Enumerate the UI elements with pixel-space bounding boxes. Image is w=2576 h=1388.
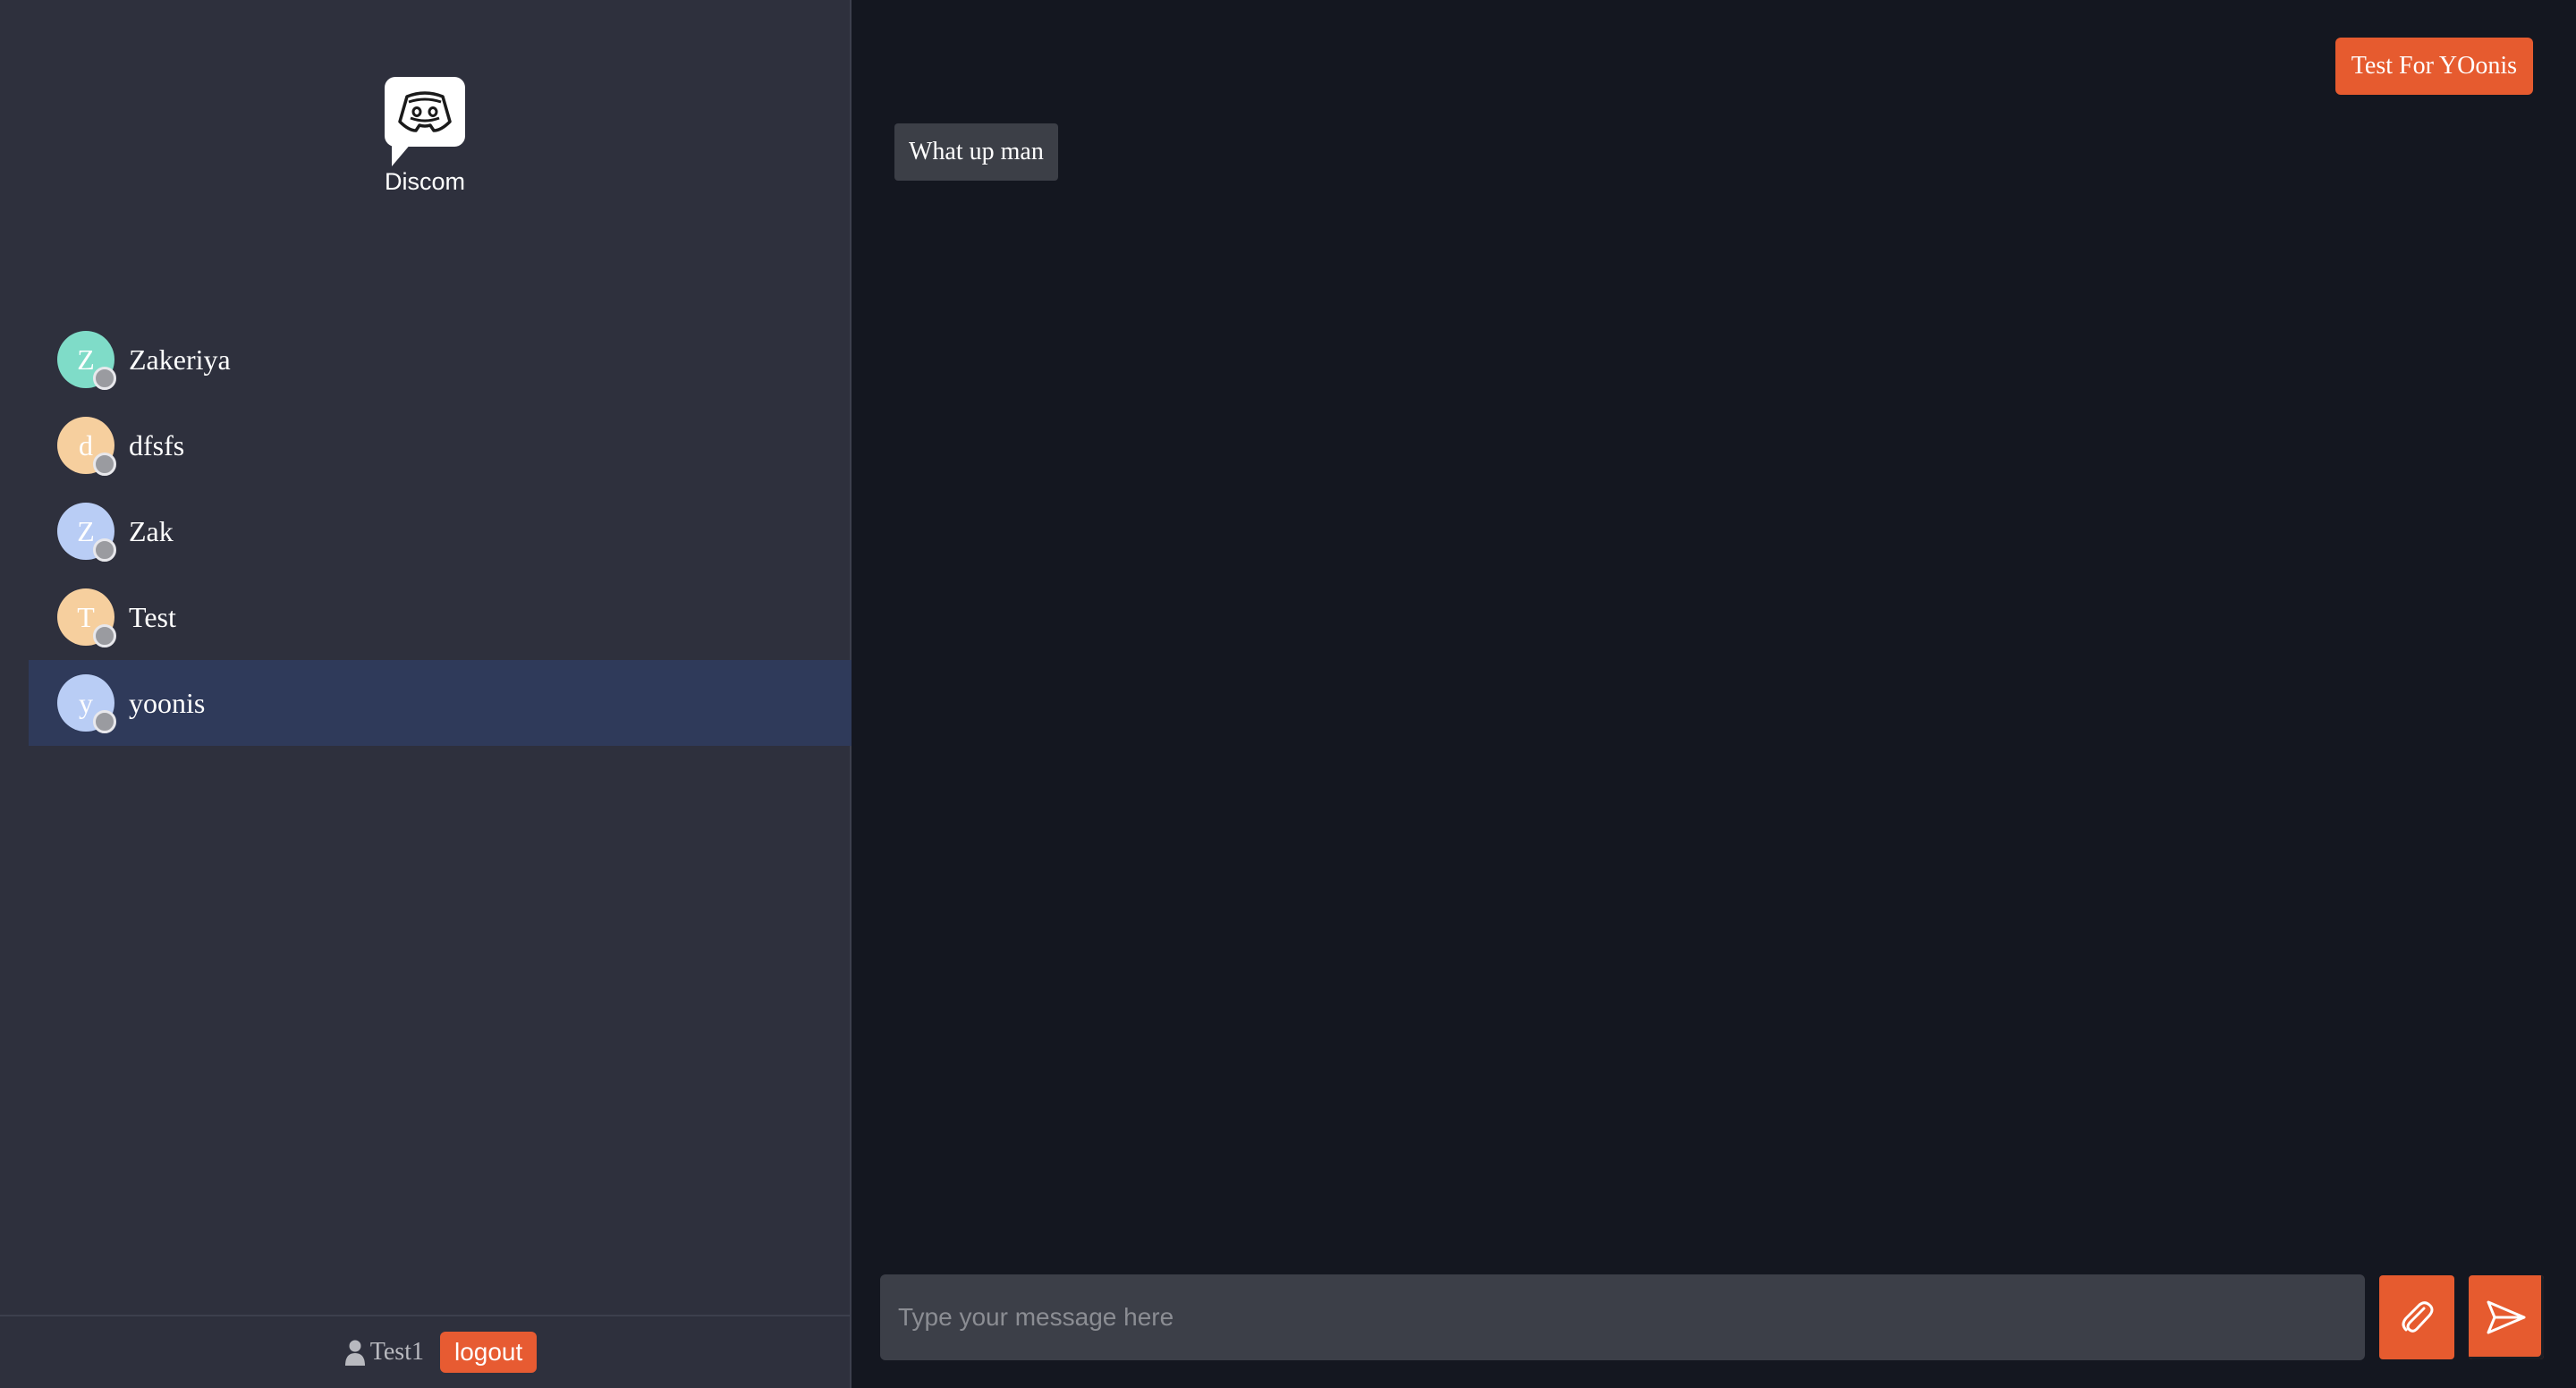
sidebar: Discom Z Zakeriya d dfsfs Z Zak T Test y…	[0, 0, 852, 1388]
brand: Discom	[376, 77, 474, 196]
logout-button[interactable]: logout	[439, 1332, 538, 1373]
user-icon	[344, 1340, 365, 1366]
contact-name: Zakeriya	[129, 343, 231, 376]
contact-name: Test	[129, 600, 176, 633]
avatar: d	[57, 417, 116, 476]
paperclip-icon	[2402, 1301, 2434, 1333]
avatar-initial: d	[79, 428, 93, 461]
avatar-initial: Z	[77, 514, 95, 547]
avatar-initial: Z	[77, 343, 95, 376]
attach-button[interactable]	[2379, 1275, 2454, 1359]
status-dot	[93, 538, 116, 562]
contact-item[interactable]: T Test	[29, 574, 852, 660]
avatar: T	[57, 588, 116, 647]
message-input[interactable]	[880, 1274, 2365, 1360]
contact-item[interactable]: y yoonis	[29, 660, 852, 746]
chat-panel: Test For YOonis What up man	[852, 0, 2576, 1388]
status-dot	[93, 710, 116, 733]
chat-header-button[interactable]: Test For YOonis	[2334, 38, 2533, 95]
status-dot	[93, 453, 116, 476]
avatar: Z	[57, 331, 116, 390]
brand-name: Discom	[384, 168, 465, 195]
status-dot	[93, 367, 116, 390]
avatar-initial: y	[79, 686, 93, 719]
contact-item[interactable]: Z Zak	[29, 488, 852, 574]
send-button[interactable]	[2469, 1275, 2544, 1359]
message-composer	[880, 1274, 2576, 1360]
sidebar-footer: Test1 logout	[0, 1315, 850, 1388]
contact-name: Zak	[129, 514, 174, 547]
app: Discom Z Zakeriya d dfsfs Z Zak T Test y…	[0, 0, 2576, 1388]
contact-item[interactable]: d dfsfs	[29, 402, 852, 488]
message-bubble: What up man	[894, 123, 1058, 181]
current-user: Test1	[344, 1338, 424, 1367]
status-dot	[93, 624, 116, 647]
avatar: y	[57, 674, 116, 733]
avatar-initial: T	[77, 600, 95, 633]
send-icon	[2487, 1300, 2526, 1334]
avatar: Z	[57, 503, 116, 562]
contact-name: yoonis	[129, 686, 206, 719]
contact-name: dfsfs	[129, 428, 185, 461]
contact-list: Z Zakeriya d dfsfs Z Zak T Test y yoonis	[29, 317, 852, 746]
username: Test1	[369, 1338, 424, 1366]
discord-icon	[385, 77, 465, 166]
contact-item[interactable]: Z Zakeriya	[29, 317, 852, 402]
